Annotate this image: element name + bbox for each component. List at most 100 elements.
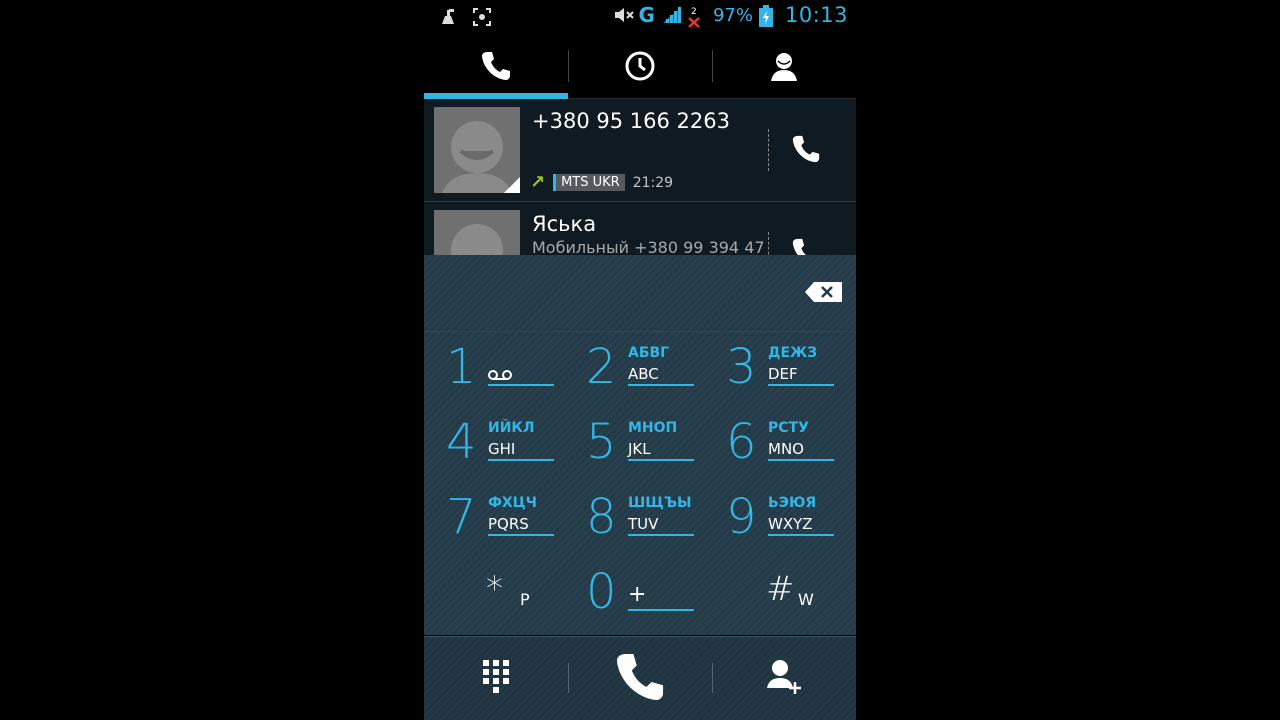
key-underline bbox=[768, 534, 834, 536]
call-back-button[interactable] bbox=[786, 234, 826, 255]
key-2[interactable]: 2 АБВГ ABC bbox=[564, 335, 704, 405]
call-back-button[interactable] bbox=[786, 131, 826, 171]
key-underline bbox=[628, 459, 694, 461]
key-6[interactable]: 6 РСТУ MNO bbox=[704, 410, 844, 480]
key-5[interactable]: 5 МНОП JKL bbox=[564, 410, 704, 480]
mute-icon bbox=[613, 5, 634, 25]
key-letters-latin: W bbox=[798, 590, 814, 609]
key-digit: 9 bbox=[726, 489, 757, 545]
dialer-screen: G 2 97% 10:13 +380 95 166 2263 ↗ MTS UKR… bbox=[424, 0, 856, 720]
key-8[interactable]: 8 ШЩЪЫ TUV bbox=[564, 485, 704, 555]
call-time: 21:29 bbox=[632, 174, 674, 191]
dialpad-toggle-button[interactable] bbox=[424, 637, 568, 720]
quick-contact-badge bbox=[504, 177, 520, 193]
add-contact-button[interactable] bbox=[712, 637, 856, 720]
key-digit: 6 bbox=[726, 414, 757, 470]
call-log-item[interactable]: +380 95 166 2263 ↗ MTS UKR 21:29 bbox=[424, 99, 856, 202]
call-log-contact-number: Мобильный +380 99 394 47 bbox=[532, 238, 765, 255]
key-letters-latin: ABC bbox=[628, 365, 659, 383]
dialpad-keys: 1 2 АБВГ ABC 3 ДЕЖЗ DEF 4 ИЙКЛ GHI 5 МНО… bbox=[424, 335, 856, 635]
key-underline bbox=[488, 534, 554, 536]
key-letters-cyrillic: РСТУ bbox=[768, 420, 809, 436]
voicemail-icon bbox=[488, 365, 512, 386]
key-digit: 4 bbox=[446, 414, 477, 470]
tab-recent[interactable] bbox=[568, 38, 712, 98]
avatar[interactable] bbox=[434, 210, 520, 255]
key-underline bbox=[628, 534, 694, 536]
key-0[interactable]: 0 + bbox=[564, 560, 704, 630]
dialpad: 1 2 АБВГ ABC 3 ДЕЖЗ DEF 4 ИЙКЛ GHI 5 МНО… bbox=[424, 255, 856, 635]
svg-text:2: 2 bbox=[691, 7, 697, 17]
key-1[interactable]: 1 bbox=[424, 335, 564, 405]
call-button[interactable] bbox=[568, 637, 712, 720]
key-letters-latin: GHI bbox=[488, 440, 516, 458]
key-digit: 8 bbox=[586, 489, 617, 545]
sim-badge: MTS UKR bbox=[553, 174, 625, 191]
call-icon bbox=[612, 649, 668, 709]
phone-icon bbox=[790, 133, 822, 169]
call-log-list: +380 95 166 2263 ↗ MTS UKR 21:29 Яська М… bbox=[424, 99, 856, 255]
battery-percent: 97% bbox=[712, 4, 753, 26]
key-hash[interactable]: # W bbox=[704, 560, 844, 630]
backspace-icon bbox=[805, 282, 842, 302]
key-underline bbox=[628, 609, 694, 611]
key-plus: + bbox=[628, 582, 647, 607]
key-9[interactable]: 9 ЬЭЮЯ WXYZ bbox=[704, 485, 844, 555]
avatar[interactable] bbox=[434, 107, 520, 193]
battery-charging-icon bbox=[758, 5, 779, 27]
key-underline bbox=[488, 384, 554, 386]
key-letters-cyrillic: ЬЭЮЯ bbox=[768, 495, 817, 511]
key-digit: 5 bbox=[586, 414, 617, 470]
dialpad-grid-icon bbox=[483, 660, 509, 698]
clock: 10:13 bbox=[784, 3, 848, 27]
clock-icon bbox=[623, 49, 657, 87]
phone-icon bbox=[790, 236, 822, 255]
key-letters-cyrillic: АБВГ bbox=[628, 345, 670, 361]
call-log-item[interactable]: Яська Мобильный +380 99 394 47 bbox=[424, 202, 856, 255]
key-letters-cyrillic: ИЙКЛ bbox=[488, 420, 535, 436]
key-letters-latin: WXYZ bbox=[768, 515, 813, 533]
key-underline bbox=[768, 459, 834, 461]
call-log-contact-name: Яська bbox=[532, 212, 597, 236]
key-3[interactable]: 3 ДЕЖЗ DEF bbox=[704, 335, 844, 405]
tab-phone[interactable] bbox=[424, 38, 568, 99]
key-digit: 7 bbox=[446, 489, 477, 545]
row-divider bbox=[768, 129, 769, 171]
key-digit: 1 bbox=[446, 339, 477, 395]
outgoing-arrow-icon: ↗ bbox=[530, 172, 546, 193]
key-letters-latin: PQRS bbox=[488, 515, 529, 533]
key-4[interactable]: 4 ИЙКЛ GHI bbox=[424, 410, 564, 480]
sim2-no-signal-icon: 2 bbox=[687, 5, 707, 28]
key-digit: 2 bbox=[586, 339, 617, 395]
key-letters-cyrillic: ШЩЪЫ bbox=[628, 495, 692, 511]
cleaner-icon bbox=[438, 7, 458, 27]
key-star[interactable]: * P bbox=[424, 560, 564, 630]
key-letters-latin: JKL bbox=[628, 440, 651, 458]
person-icon bbox=[767, 49, 801, 87]
key-digit: * bbox=[486, 569, 503, 609]
dialer-tabs bbox=[424, 38, 856, 99]
key-digit: 3 bbox=[726, 339, 757, 395]
key-letters-latin: P bbox=[520, 590, 530, 609]
digits-field[interactable] bbox=[424, 255, 856, 332]
screenshot-icon bbox=[472, 7, 492, 27]
key-digit: # bbox=[766, 569, 795, 609]
status-left-icons bbox=[438, 7, 492, 27]
key-7[interactable]: 7 ФХЦЧ PQRS bbox=[424, 485, 564, 555]
network-type: G bbox=[638, 3, 655, 27]
key-letters-cyrillic: ДЕЖЗ bbox=[768, 345, 818, 361]
backspace-button[interactable] bbox=[804, 281, 844, 303]
key-letters-latin: DEF bbox=[768, 365, 798, 383]
phone-icon bbox=[479, 49, 513, 87]
key-letters-cyrillic: ФХЦЧ bbox=[488, 495, 537, 511]
key-letters-cyrillic: МНОП bbox=[628, 420, 678, 436]
status-bar: G 2 97% 10:13 bbox=[424, 0, 856, 34]
key-underline bbox=[488, 459, 554, 461]
row-divider bbox=[768, 232, 769, 255]
tab-contacts[interactable] bbox=[712, 38, 856, 98]
key-underline bbox=[628, 384, 694, 386]
key-underline bbox=[768, 384, 834, 386]
key-digit: 0 bbox=[586, 564, 617, 620]
call-log-meta: ↗ MTS UKR 21:29 bbox=[530, 172, 673, 193]
key-letters-latin: TUV bbox=[628, 515, 659, 533]
